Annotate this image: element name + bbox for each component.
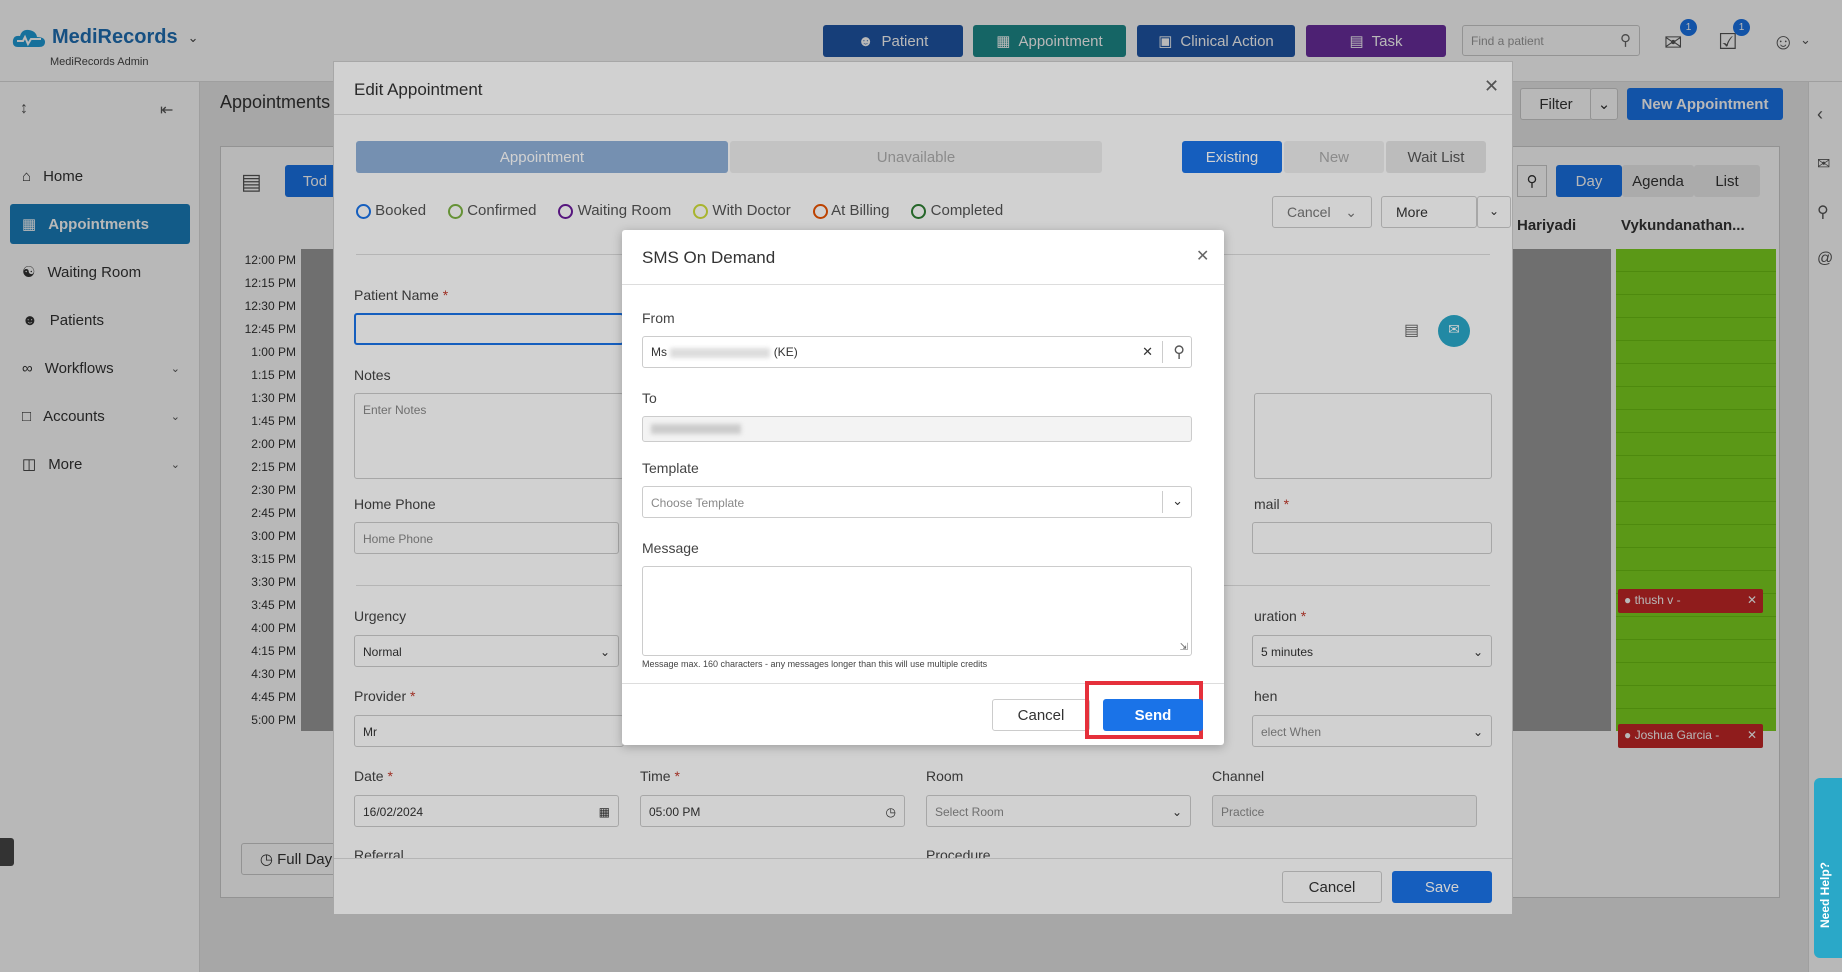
redacted-name xyxy=(651,424,741,434)
clear-icon[interactable]: ✕ xyxy=(1142,344,1153,360)
from-label: From xyxy=(642,310,675,326)
resize-handle-icon[interactable]: ⇲ xyxy=(1180,642,1188,653)
search-icon[interactable]: ⚲ xyxy=(1173,342,1185,362)
send-button[interactable]: Send xyxy=(1103,699,1203,731)
need-help-tab[interactable]: Need Help? xyxy=(1814,778,1842,958)
message-hint: Message max. 160 characters - any messag… xyxy=(642,659,988,669)
close-icon[interactable]: ✕ xyxy=(1196,246,1209,266)
from-suffix: (KE) xyxy=(773,345,798,359)
to-field[interactable] xyxy=(642,416,1192,442)
from-prefix: Ms xyxy=(651,345,667,359)
template-label: Template xyxy=(642,460,699,476)
sms-cancel-button[interactable]: Cancel xyxy=(992,699,1090,731)
from-field[interactable]: Ms (KE) ✕ ⚲ xyxy=(642,336,1192,368)
redacted-name xyxy=(670,347,771,358)
sms-on-demand-modal: SMS On Demand ✕ From Ms (KE) ✕ ⚲ To Temp… xyxy=(622,230,1224,745)
message-textarea[interactable]: ⇲ xyxy=(642,566,1192,656)
side-widget-handle[interactable] xyxy=(0,838,14,866)
to-label: To xyxy=(642,390,657,406)
modal-title: SMS On Demand xyxy=(642,248,776,267)
message-label: Message xyxy=(642,540,699,556)
template-select[interactable]: Choose Template ⌄ xyxy=(642,486,1192,518)
select-placeholder: Choose Template xyxy=(651,496,745,510)
need-help-label: Need Help? xyxy=(1818,861,1832,928)
chevron-down-icon: ⌄ xyxy=(1172,493,1183,508)
